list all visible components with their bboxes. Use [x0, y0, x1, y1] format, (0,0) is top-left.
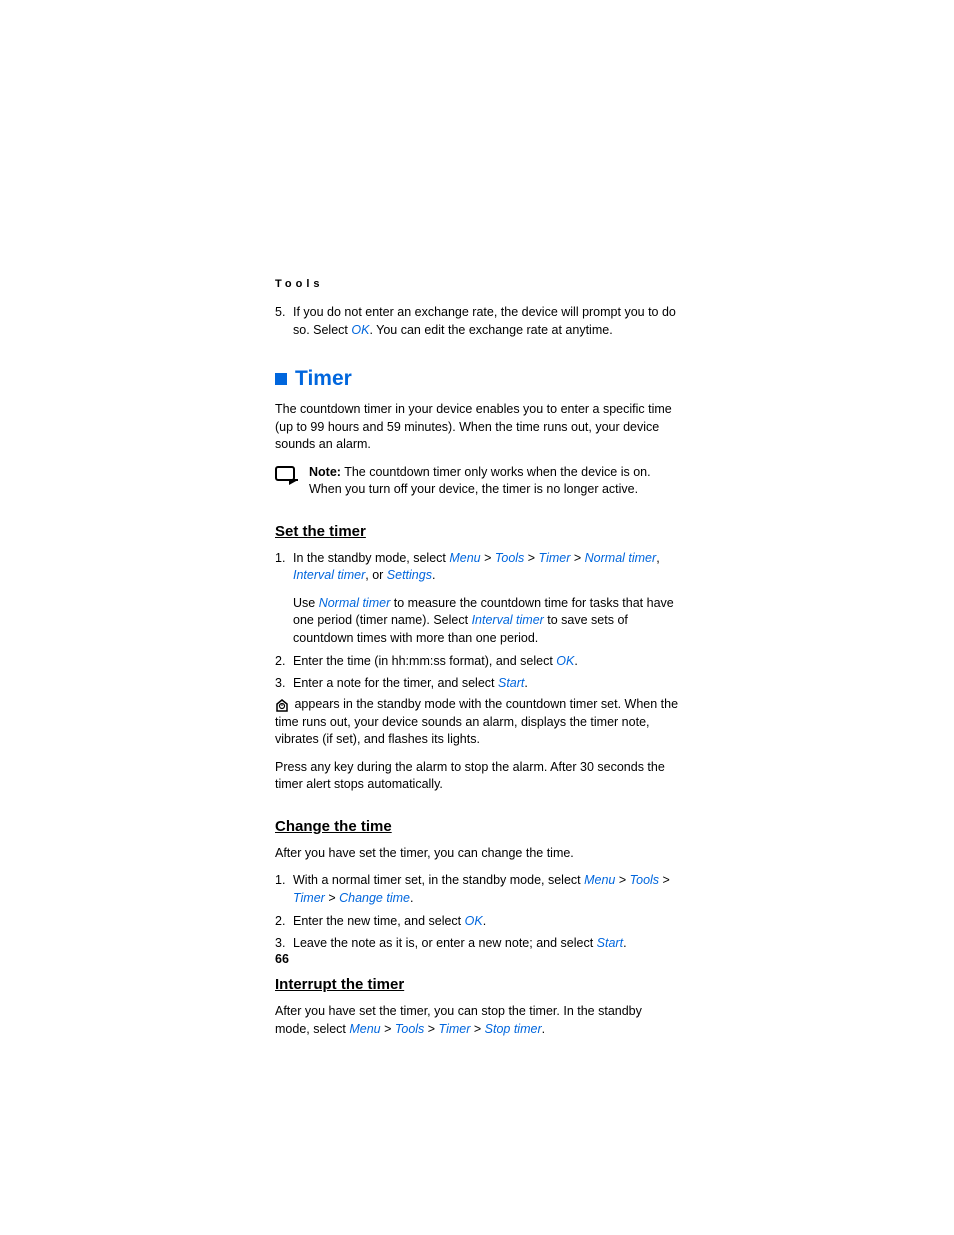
text: > — [325, 891, 339, 905]
text: In the standby mode, select — [293, 551, 449, 565]
text: . — [623, 936, 626, 950]
link-stop-timer[interactable]: Stop timer — [485, 1022, 542, 1036]
list-text: If you do not enter an exchange rate, th… — [293, 304, 680, 339]
bullet-square-icon — [275, 373, 287, 385]
paragraph: After you have set the timer, you can ch… — [275, 845, 680, 863]
link-interval-timer[interactable]: Interval timer — [472, 613, 544, 627]
list-number: 2. — [275, 653, 293, 671]
list-number: 3. — [275, 675, 293, 693]
paragraph: appears in the standby mode with the cou… — [275, 696, 680, 749]
list-number: 3. — [275, 935, 293, 953]
text: > — [481, 551, 495, 565]
paragraph: After you have set the timer, you can st… — [275, 1003, 680, 1038]
list-item: 2. Enter the time (in hh:mm:ss format), … — [275, 653, 680, 671]
link-tools[interactable]: Tools — [630, 873, 659, 887]
list-number: 1. — [275, 872, 293, 907]
list-item: 3. Leave the note as it is, or enter a n… — [275, 935, 680, 953]
section-heading-timer: Timer — [275, 367, 680, 391]
paragraph: The countdown timer in your device enabl… — [275, 401, 680, 454]
link-start[interactable]: Start — [498, 676, 524, 690]
link-timer[interactable]: Timer — [539, 551, 571, 565]
paragraph: Press any key during the alarm to stop t… — [275, 759, 680, 794]
text: The countdown timer only works when the … — [309, 465, 651, 497]
list-text: Leave the note as it is, or enter a new … — [293, 935, 680, 953]
link-tools[interactable]: Tools — [495, 551, 524, 565]
link-timer[interactable]: Timer — [439, 1022, 471, 1036]
note-text: Note: The countdown timer only works whe… — [309, 464, 680, 499]
link-ok[interactable]: OK — [465, 914, 483, 928]
text: . — [574, 654, 577, 668]
note-icon — [275, 466, 299, 491]
list-number: 2. — [275, 913, 293, 931]
text: > — [570, 551, 584, 565]
text: > — [524, 551, 538, 565]
text: > — [470, 1022, 484, 1036]
list-text: In the standby mode, select Menu > Tools… — [293, 550, 680, 648]
link-tools[interactable]: Tools — [395, 1022, 424, 1036]
text: Enter the new time, and select — [293, 914, 465, 928]
list-text: Enter a note for the timer, and select S… — [293, 675, 680, 693]
text: > — [659, 873, 670, 887]
text: . — [410, 891, 413, 905]
list-item: 1. In the standby mode, select Menu > To… — [275, 550, 680, 648]
link-ok[interactable]: OK — [556, 654, 574, 668]
subheading-interrupt-timer: Interrupt the timer — [275, 976, 680, 993]
text: . — [524, 676, 527, 690]
text: Enter the time (in hh:mm:ss format), and… — [293, 654, 556, 668]
link-normal-timer[interactable]: Normal timer — [319, 596, 391, 610]
text: With a normal timer set, in the standby … — [293, 873, 584, 887]
link-menu[interactable]: Menu — [449, 551, 480, 565]
text: appears in the standby mode with the cou… — [275, 697, 678, 746]
link-start[interactable]: Start — [597, 936, 623, 950]
link-menu[interactable]: Menu — [349, 1022, 380, 1036]
list-number: 5. — [275, 304, 293, 339]
text: . You can edit the exchange rate at anyt… — [369, 323, 612, 337]
link-change-time[interactable]: Change time — [339, 891, 410, 905]
text: Leave the note as it is, or enter a new … — [293, 936, 597, 950]
list-item: 3. Enter a note for the timer, and selec… — [275, 675, 680, 693]
text: > — [381, 1022, 395, 1036]
category-label: Tools — [275, 278, 680, 290]
list-text: Enter the time (in hh:mm:ss format), and… — [293, 653, 680, 671]
link-timer[interactable]: Timer — [293, 891, 325, 905]
text: Use — [293, 596, 319, 610]
list-item: 5. If you do not enter an exchange rate,… — [275, 304, 680, 339]
text: > — [615, 873, 629, 887]
list-item: 2. Enter the new time, and select OK. — [275, 913, 680, 931]
link-normal-timer[interactable]: Normal timer — [585, 551, 657, 565]
text: , — [656, 551, 659, 565]
text: Enter a note for the timer, and select — [293, 676, 498, 690]
text: , or — [365, 568, 387, 582]
list-text: Enter the new time, and select OK. — [293, 913, 680, 931]
subheading-change-time: Change the time — [275, 818, 680, 835]
text: . — [542, 1022, 545, 1036]
page-number: 66 — [275, 952, 289, 966]
link-interval-timer[interactable]: Interval timer — [293, 568, 365, 582]
section-title: Timer — [295, 367, 352, 391]
subheading-set-timer: Set the timer — [275, 523, 680, 540]
text: . — [432, 568, 435, 582]
timer-indicator-icon — [275, 698, 289, 712]
list-item: 1. With a normal timer set, in the stand… — [275, 872, 680, 907]
link-ok[interactable]: OK — [351, 323, 369, 337]
text: . — [483, 914, 486, 928]
list-text: With a normal timer set, in the standby … — [293, 872, 680, 907]
note-label: Note: — [309, 465, 341, 479]
link-settings[interactable]: Settings — [387, 568, 432, 582]
link-menu[interactable]: Menu — [584, 873, 615, 887]
list-number: 1. — [275, 550, 293, 648]
page-content: Tools 5. If you do not enter an exchange… — [275, 278, 680, 1048]
text: > — [424, 1022, 438, 1036]
note-block: Note: The countdown timer only works whe… — [275, 464, 680, 499]
